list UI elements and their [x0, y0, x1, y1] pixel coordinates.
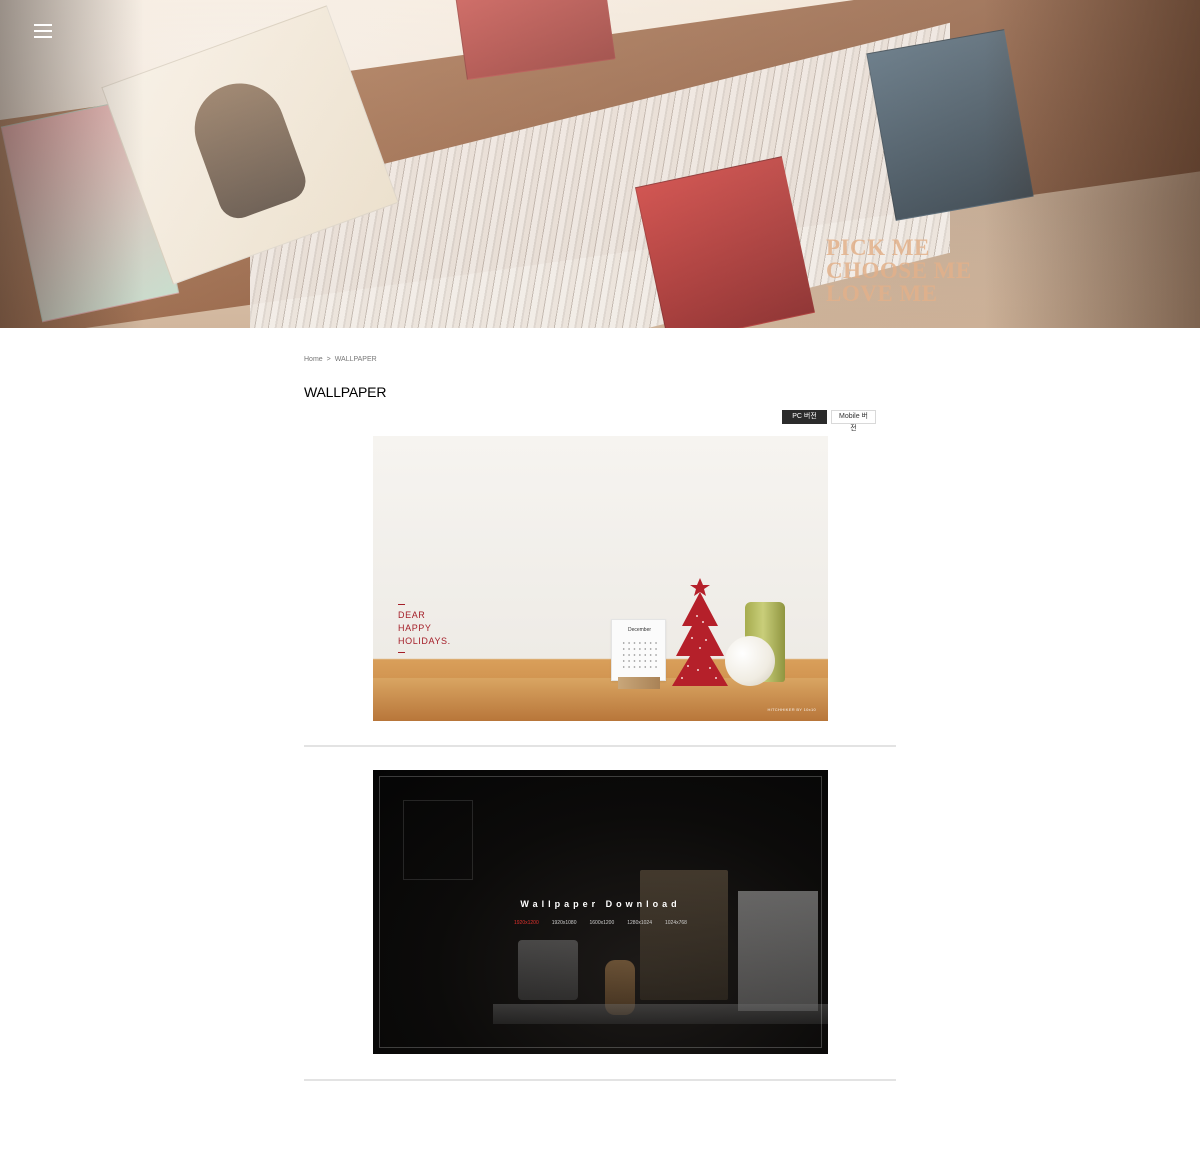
holiday-message-line: DEAR	[398, 610, 426, 620]
calendar-stand	[618, 677, 660, 689]
breadcrumb-current: WALLPAPER	[334, 356, 377, 363]
holiday-message-line: HAPPY	[398, 623, 432, 633]
page-title: WALLPAPER	[304, 384, 387, 400]
hero-vignette	[0, 0, 1200, 328]
resolution-link-1600x1200[interactable]: 1600x1200	[590, 920, 615, 926]
slogan-line: PICK ME	[826, 235, 930, 260]
breadcrumb: Home > WALLPAPER	[304, 356, 379, 363]
calendar-grid	[621, 640, 659, 670]
slogan-line: LOVE ME	[826, 281, 938, 306]
resolution-link-1920x1200[interactable]: 1920x1200	[514, 920, 539, 926]
resolution-link-1920x1080[interactable]: 1920x1080	[552, 920, 577, 926]
wallpaper-table	[373, 678, 828, 721]
resolution-link-1024x768[interactable]: 1024x768	[665, 920, 687, 926]
hero-slogan: PICK ME CHOOSE ME LOVE ME	[826, 236, 972, 305]
calendar-month: December	[627, 627, 652, 633]
desk-calendar: December	[611, 619, 666, 681]
mobile-version-button[interactable]: Mobile 버전	[831, 410, 876, 432]
section-divider	[304, 1079, 896, 1081]
wallpaper-holiday-preview[interactable]: DEAR HAPPY HOLIDAYS. December HITCHHIKER…	[373, 436, 828, 721]
wallpaper-download-preview: Wallpaper Download 1920x1200 1920x1080 1…	[373, 770, 828, 1054]
resolution-link-1280x1024[interactable]: 1280x1024	[627, 920, 652, 926]
holiday-message: DEAR HAPPY HOLIDAYS.	[398, 600, 451, 657]
section-divider	[304, 745, 896, 747]
christmas-tree-icon	[672, 578, 728, 686]
download-title: Wallpaper Download	[520, 899, 681, 909]
breadcrumb-home-link[interactable]: Home	[304, 356, 323, 363]
holiday-message-line: HOLIDAYS.	[398, 636, 451, 646]
hamburger-menu-icon[interactable]	[34, 24, 52, 38]
wallpaper-brand: HITCHHIKER BY 10x10	[767, 707, 816, 712]
wallpaper-inner-frame	[379, 776, 822, 1048]
candle-ball	[725, 636, 775, 686]
slogan-line: CHOOSE ME	[826, 258, 972, 283]
resolution-links: 1920x1200 1920x1080 1600x1200 1280x1024 …	[514, 920, 687, 926]
hero-banner: PICK ME CHOOSE ME LOVE ME	[0, 0, 1200, 328]
pc-version-button[interactable]: PC 버전	[782, 410, 827, 424]
version-toggle: PC 버전 Mobile 버전	[782, 410, 876, 432]
breadcrumb-separator: >	[326, 356, 331, 363]
